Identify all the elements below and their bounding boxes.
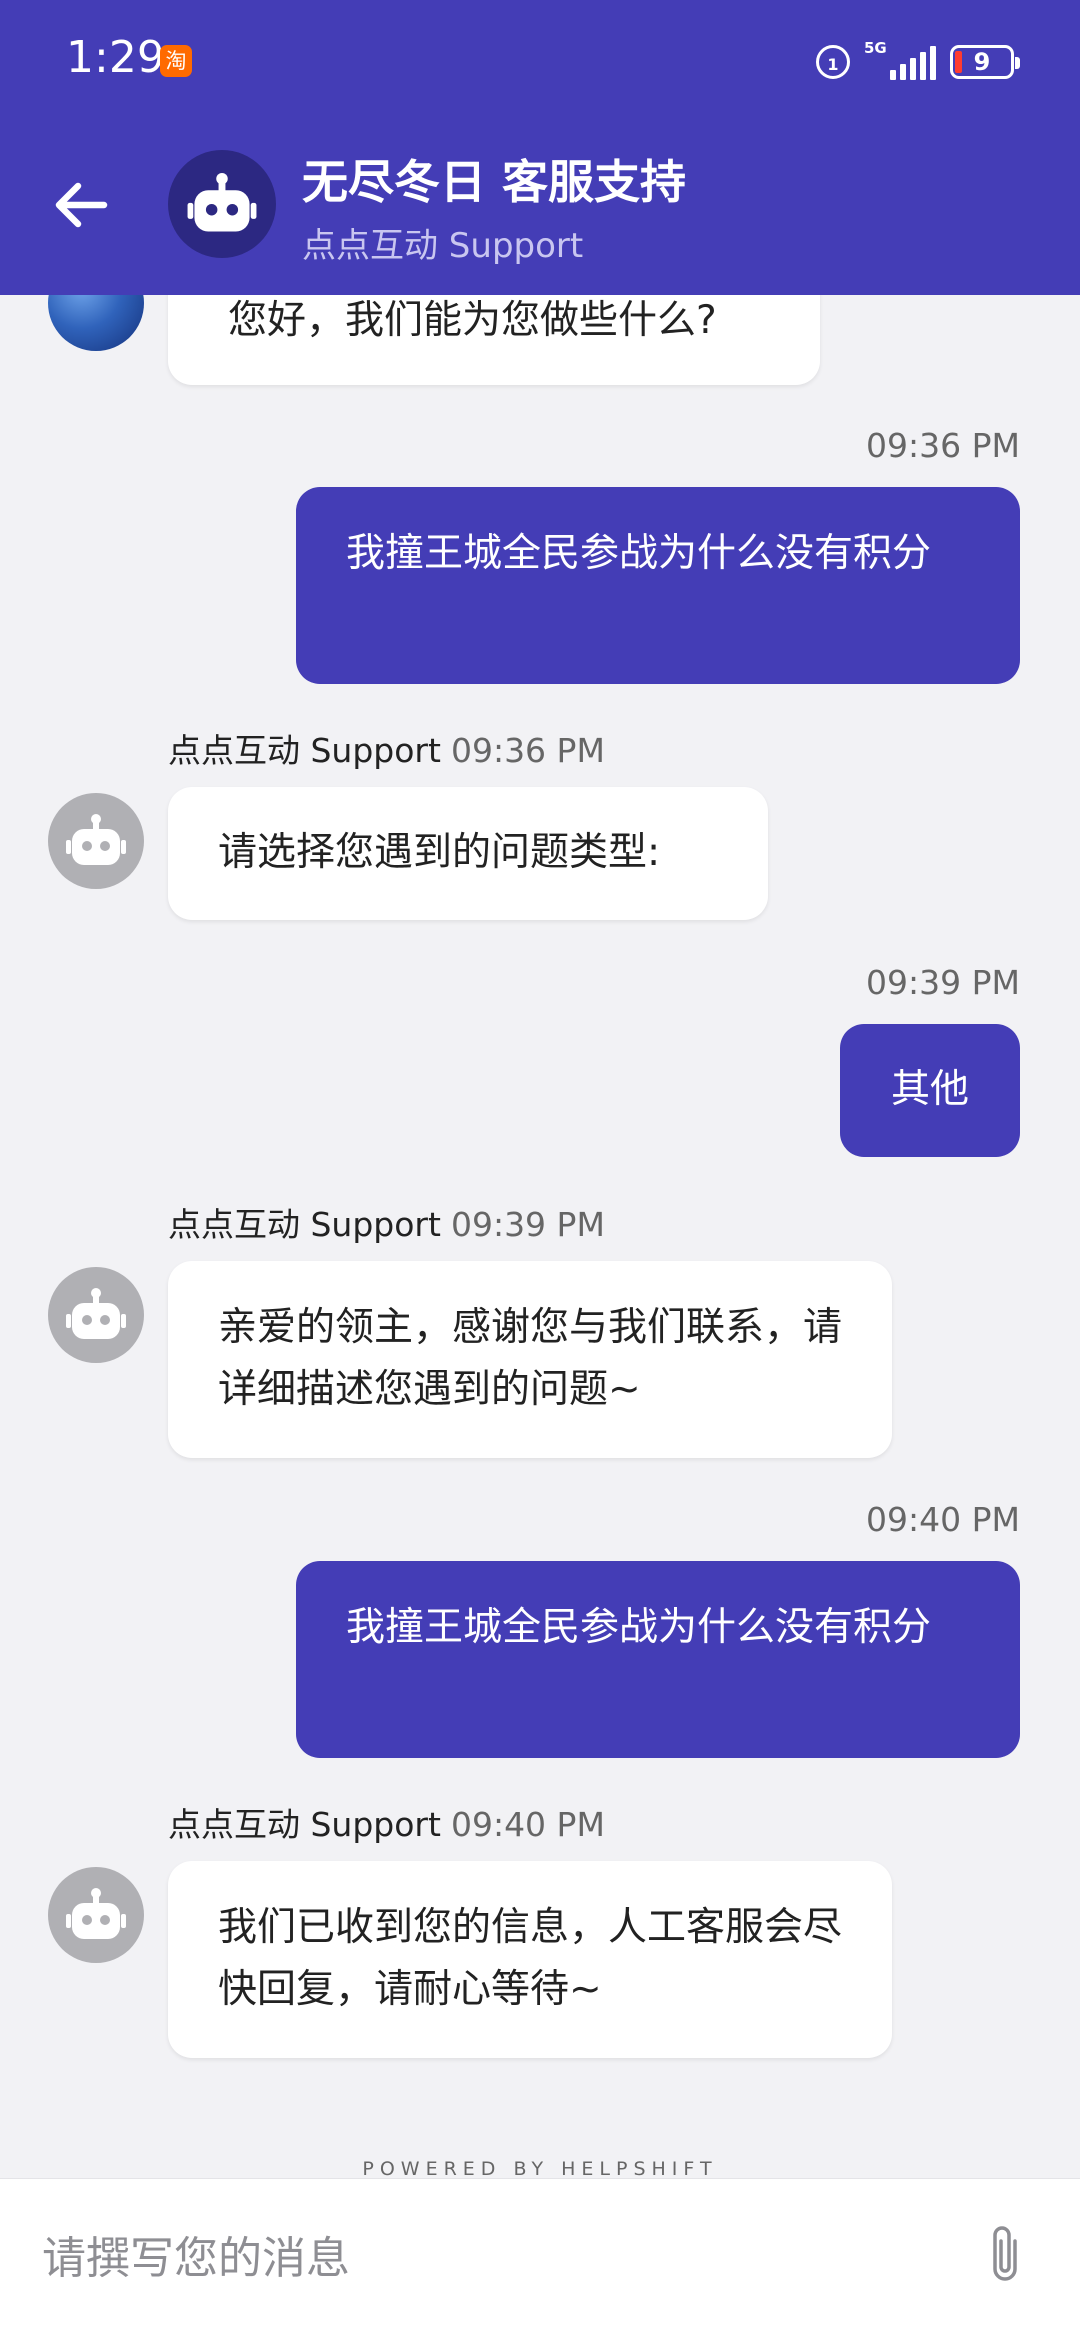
robot-icon xyxy=(66,1888,126,1939)
bot-avatar xyxy=(48,1867,144,1963)
arrow-left-icon[interactable] xyxy=(50,175,110,235)
header-bar: 1:29 淘 1 5G 9 无尽冬日 客服支持 点点互动 Support xyxy=(0,0,1080,295)
chat-list[interactable]: 您好，我们能为您做些什么? 09:36 PM 我撞王城全民参战为什么没有积分 点… xyxy=(0,0,1080,2180)
sender-name: 点点互动 Support xyxy=(168,731,441,770)
message-text: 我们已收到您的信息，人工客服会尽快回复，请耐心等待~ xyxy=(218,1905,843,2012)
message-timestamp: 09:40 PM xyxy=(450,1805,605,1844)
robot-icon xyxy=(66,814,126,865)
paperclip-icon[interactable] xyxy=(985,2223,1025,2287)
status-time: 1:29 xyxy=(66,32,165,83)
message-timestamp: 09:39 PM xyxy=(450,1205,605,1244)
sender-name: 点点互动 Support xyxy=(168,1205,441,1244)
message-text: 我撞王城全民参战为什么没有积分 xyxy=(346,531,932,576)
status-icons: 1 5G 9 xyxy=(816,40,1020,84)
message-bubble-outgoing: 我撞王城全民参战为什么没有积分 xyxy=(296,1561,1020,1758)
message-timestamp: 09:40 PM xyxy=(866,1500,1020,1539)
hd-call-icon: 1 xyxy=(816,45,850,79)
battery-icon: 9 xyxy=(950,45,1020,79)
message-bubble-outgoing: 其他 xyxy=(840,1024,1020,1157)
message-timestamp: 09:36 PM xyxy=(450,731,605,770)
page-subtitle: 点点互动 Support xyxy=(302,226,584,266)
message-text: 我撞王城全民参战为什么没有积分 xyxy=(346,1605,932,1650)
message-text: 亲爱的领主，感谢您与我们联系，请详细描述您遇到的问题~ xyxy=(218,1305,843,1412)
bot-avatar xyxy=(48,1267,144,1363)
message-input[interactable] xyxy=(40,2217,924,2299)
bot-avatar xyxy=(48,793,144,889)
taobao-notification-icon: 淘 xyxy=(160,45,192,77)
page-title: 无尽冬日 客服支持 xyxy=(302,155,687,209)
message-text: 请选择您遇到的问题类型: xyxy=(218,830,661,875)
message-text: 您好，我们能为您做些什么? xyxy=(228,298,717,343)
robot-icon xyxy=(66,1288,126,1339)
message-timestamp: 09:36 PM xyxy=(866,426,1020,465)
network-type-label: 5G xyxy=(864,39,887,57)
message-bubble-outgoing: 我撞王城全民参战为什么没有积分 xyxy=(296,487,1020,684)
message-meta: 点点互动 Support 09:36 PM xyxy=(168,724,605,772)
message-meta: 点点互动 Support 09:39 PM xyxy=(168,1198,605,1246)
message-composer xyxy=(0,2178,1080,2341)
message-bubble-incoming: 亲爱的领主，感谢您与我们联系，请详细描述您遇到的问题~ xyxy=(168,1261,892,1458)
message-bubble-incoming: 请选择您遇到的问题类型: xyxy=(168,787,768,920)
robot-icon xyxy=(187,173,257,232)
sender-name: 点点互动 Support xyxy=(168,1805,441,1844)
message-bubble-incoming: 我们已收到您的信息，人工客服会尽快回复，请耐心等待~ xyxy=(168,1861,892,2058)
status-bar: 1:29 淘 1 5G 9 xyxy=(0,0,1080,120)
powered-by-label: POWERED BY HELPSHIFT xyxy=(362,2158,718,2180)
message-timestamp: 09:39 PM xyxy=(866,963,1020,1002)
message-text: 其他 xyxy=(890,1067,969,1112)
message-meta: 点点互动 Support 09:40 PM xyxy=(168,1798,605,1846)
header-avatar xyxy=(168,150,276,258)
signal-icon: 5G xyxy=(864,40,936,80)
